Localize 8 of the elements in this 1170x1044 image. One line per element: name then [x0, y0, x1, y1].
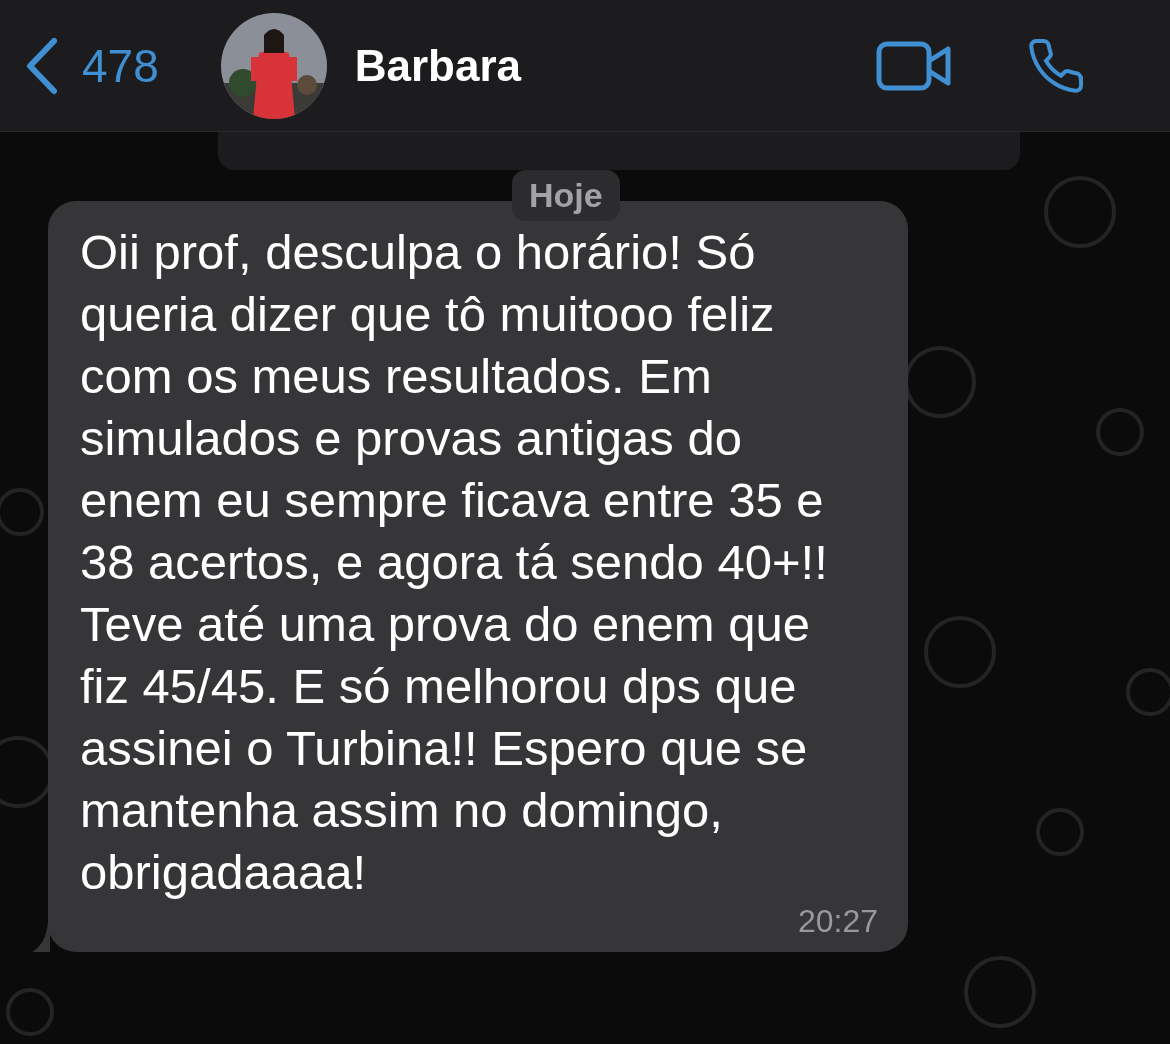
date-chip: Hoje — [512, 170, 620, 221]
message-time: 20:27 — [797, 903, 878, 940]
message-text: Oii prof, desculpa o horário! Só queria dizer que tô muitooo feliz com os meus resultados. Em simulados e provas antigas do enem eu sempre ficava entre 35 e 38 acertos, e agora tá sendo 40+!! Teve até uma prova do enem que fiz 45/45. E só melhorou dps que assinei o Turbina!! Espero que se mantenha assim no domingo, obrigadaaaa! — [80, 224, 829, 901]
video-camera-icon — [876, 40, 952, 91]
video-call-button[interactable] — [876, 40, 952, 91]
chevron-left-icon — [24, 36, 58, 95]
contact-name: Barbara — [354, 40, 523, 91]
back-button[interactable]: 478 — [24, 36, 159, 95]
